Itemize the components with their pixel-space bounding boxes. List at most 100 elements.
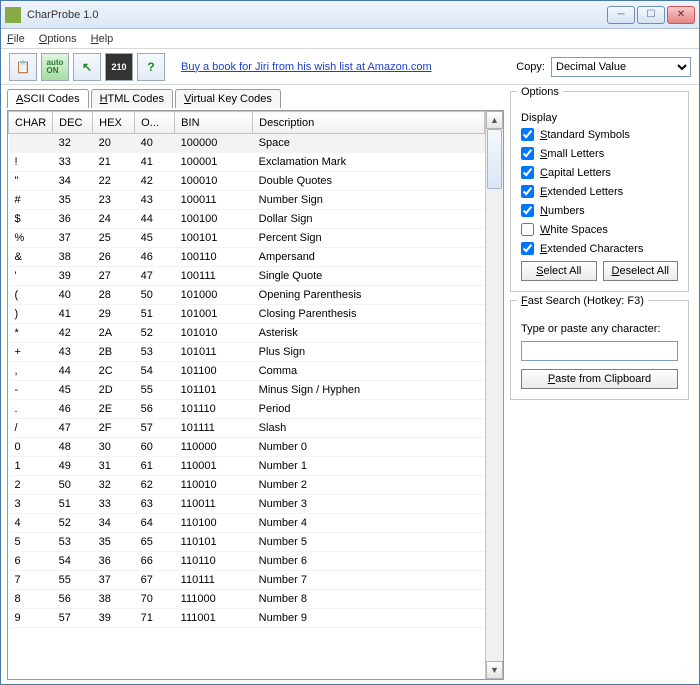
table-row[interactable]: 6543666110110Number 6 xyxy=(9,552,485,571)
table-row[interactable]: 3513363110011Number 3 xyxy=(9,495,485,514)
display-option[interactable]: Small Letters xyxy=(521,147,678,160)
checkbox[interactable] xyxy=(521,128,534,141)
scroll-thumb[interactable] xyxy=(487,129,502,189)
deselect-all-button[interactable]: Deselect All xyxy=(603,261,679,281)
tab-vkey[interactable]: Virtual Key Codes xyxy=(175,89,281,108)
table-row[interactable]: %372545100101Percent Sign xyxy=(9,229,485,248)
paste-clipboard-button[interactable]: Paste from Clipboard xyxy=(521,369,678,389)
col-desc[interactable]: Description xyxy=(253,112,485,134)
tab-html[interactable]: HTML Codes xyxy=(91,89,173,108)
table-row[interactable]: 0483060110000Number 0 xyxy=(9,438,485,457)
char-grid: CHAR DEC HEX O... BIN Description 322040… xyxy=(7,110,504,680)
cell-desc: Minus Sign / Hyphen xyxy=(253,381,485,400)
menu-help[interactable]: Help xyxy=(91,33,114,45)
copy-select[interactable]: Decimal Value xyxy=(551,57,691,77)
cell-desc: Number 4 xyxy=(253,514,485,533)
cell-hex: 27 xyxy=(93,267,135,286)
option-label: Extended Letters xyxy=(540,186,623,198)
clipboard-button[interactable]: 📋 xyxy=(9,53,37,81)
table-row[interactable]: -452D55101101Minus Sign / Hyphen xyxy=(9,381,485,400)
col-dec[interactable]: DEC xyxy=(53,112,93,134)
scroll-down-icon[interactable]: ▼ xyxy=(486,661,503,679)
cell-hex: 34 xyxy=(93,514,135,533)
col-bin[interactable]: BIN xyxy=(175,112,253,134)
cell-dec: 37 xyxy=(53,229,93,248)
table-row[interactable]: 5533565110101Number 5 xyxy=(9,533,485,552)
table-row[interactable]: 9573971111001Number 9 xyxy=(9,609,485,628)
scroll-up-icon[interactable]: ▲ xyxy=(486,111,503,129)
cell-ch: 1 xyxy=(9,457,53,476)
checkbox[interactable] xyxy=(521,147,534,160)
auto-on-button[interactable]: autoON xyxy=(41,53,69,81)
table-row[interactable]: *422A52101010Asterisk xyxy=(9,324,485,343)
table-row[interactable]: #352343100011Number Sign xyxy=(9,191,485,210)
menu-file[interactable]: File xyxy=(7,33,25,45)
help-button[interactable]: ? xyxy=(137,53,165,81)
cell-bin: 110011 xyxy=(175,495,253,514)
table-row[interactable]: (402850101000Opening Parenthesis xyxy=(9,286,485,305)
table-row[interactable]: $362444100100Dollar Sign xyxy=(9,210,485,229)
display-option[interactable]: Extended Characters xyxy=(521,242,678,255)
cell-desc: Exclamation Mark xyxy=(253,153,485,172)
col-hex[interactable]: HEX xyxy=(93,112,135,134)
cell-desc: Number 7 xyxy=(253,571,485,590)
cell-dec: 57 xyxy=(53,609,93,628)
checkbox[interactable] xyxy=(521,185,534,198)
cell-oct: 66 xyxy=(135,552,175,571)
table-row[interactable]: .462E56101110Period xyxy=(9,400,485,419)
select-all-button[interactable]: Select All xyxy=(521,261,597,281)
maximize-button[interactable]: ☐ xyxy=(637,6,665,24)
table-row[interactable]: 7553767110111Number 7 xyxy=(9,571,485,590)
cell-ch: ) xyxy=(9,305,53,324)
table-row[interactable]: 4523464110100Number 4 xyxy=(9,514,485,533)
checkbox[interactable] xyxy=(521,242,534,255)
cell-oct: 67 xyxy=(135,571,175,590)
table-row[interactable]: ,442C54101100Comma xyxy=(9,362,485,381)
table-row[interactable]: &382646100110Ampersand xyxy=(9,248,485,267)
cell-desc: Single Quote xyxy=(253,267,485,286)
cell-hex: 2A xyxy=(93,324,135,343)
close-button[interactable]: ✕ xyxy=(667,6,695,24)
table-row[interactable]: +432B53101011Plus Sign xyxy=(9,343,485,362)
cell-ch: . xyxy=(9,400,53,419)
cell-bin: 100001 xyxy=(175,153,253,172)
cell-desc: Dollar Sign xyxy=(253,210,485,229)
table-row[interactable]: /472F57101111Slash xyxy=(9,419,485,438)
vertical-scrollbar[interactable]: ▲ ▼ xyxy=(485,111,503,679)
cell-oct: 57 xyxy=(135,419,175,438)
cell-hex: 33 xyxy=(93,495,135,514)
col-oct[interactable]: O... xyxy=(135,112,175,134)
table-row[interactable]: 8563870111000Number 8 xyxy=(9,590,485,609)
minimize-button[interactable]: ─ xyxy=(607,6,635,24)
checkbox[interactable] xyxy=(521,204,534,217)
display-option[interactable]: Extended Letters xyxy=(521,185,678,198)
digits-button[interactable]: 210 xyxy=(105,53,133,81)
table-row[interactable]: 2503262110010Number 2 xyxy=(9,476,485,495)
cell-dec: 53 xyxy=(53,533,93,552)
table-row[interactable]: "342242100010Double Quotes xyxy=(9,172,485,191)
table-row[interactable]: 322040100000Space xyxy=(9,134,485,153)
arrow-button[interactable]: ↖ xyxy=(73,53,101,81)
tab-ascii[interactable]: ASCII Codes xyxy=(7,89,89,108)
display-option[interactable]: Standard Symbols xyxy=(521,128,678,141)
display-option[interactable]: White Spaces xyxy=(521,223,678,236)
option-label: Extended Characters xyxy=(540,243,643,255)
table-row[interactable]: )412951101001Closing Parenthesis xyxy=(9,305,485,324)
cell-hex: 30 xyxy=(93,438,135,457)
table-row[interactable]: '392747100111Single Quote xyxy=(9,267,485,286)
checkbox[interactable] xyxy=(521,223,534,236)
cell-oct: 47 xyxy=(135,267,175,286)
display-option[interactable]: Capital Letters xyxy=(521,166,678,179)
checkbox[interactable] xyxy=(521,166,534,179)
col-char[interactable]: CHAR xyxy=(9,112,53,134)
wishlist-link[interactable]: Buy a book for Jiri from his wish list a… xyxy=(181,61,432,73)
cell-oct: 43 xyxy=(135,191,175,210)
menu-options[interactable]: Options xyxy=(39,33,77,45)
cell-oct: 63 xyxy=(135,495,175,514)
cell-hex: 28 xyxy=(93,286,135,305)
display-option[interactable]: Numbers xyxy=(521,204,678,217)
search-input[interactable] xyxy=(521,341,678,361)
table-row[interactable]: 1493161110001Number 1 xyxy=(9,457,485,476)
table-row[interactable]: !332141100001Exclamation Mark xyxy=(9,153,485,172)
cell-hex: 2B xyxy=(93,343,135,362)
